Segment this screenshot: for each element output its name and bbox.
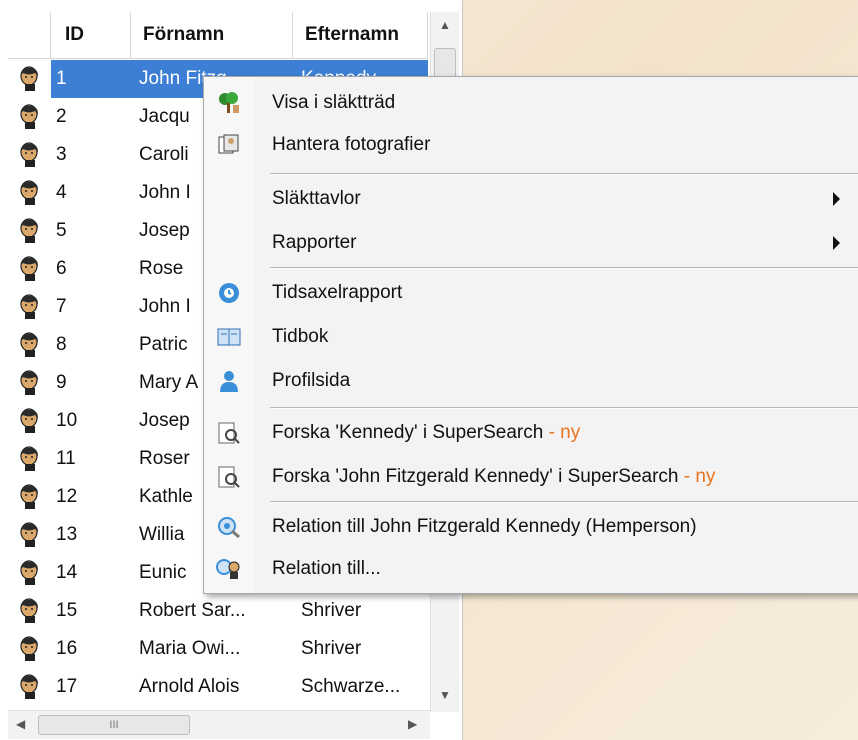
menu-item[interactable]: Visa i släktträd <box>204 83 858 123</box>
menu-item-label: Forska 'John Fitzgerald Kennedy' i Super… <box>272 466 716 487</box>
search-document-icon <box>216 421 242 445</box>
person-icon <box>16 104 44 130</box>
cell-id: 7 <box>56 296 67 317</box>
person-icon <box>16 332 44 358</box>
person-icon <box>16 218 44 244</box>
table-row[interactable]: 15 Robert Sar... Shriver <box>8 592 428 630</box>
relation-icon <box>216 515 242 539</box>
person-icon <box>16 370 44 396</box>
menu-item-label: Hantera fotografier <box>272 134 431 155</box>
menu-item[interactable]: Profilsida <box>204 361 858 401</box>
person-icon <box>16 142 44 168</box>
menu-separator <box>270 407 858 409</box>
grid-header: ID Förnamn Efternamn <box>8 12 428 59</box>
cell-id: 6 <box>56 258 67 279</box>
menu-item[interactable]: Forska 'John Fitzgerald Kennedy' i Super… <box>204 457 858 497</box>
menu-item-label: Tidbok <box>272 326 329 347</box>
cell-id: 2 <box>56 106 67 127</box>
person-icon <box>216 369 242 393</box>
menu-item-label: Relation till... <box>272 558 381 579</box>
menu-item[interactable]: Forska 'Kennedy' i SuperSearch - ny <box>204 413 858 453</box>
cell-id: 5 <box>56 220 67 241</box>
menu-separator <box>270 267 858 269</box>
person-icon <box>16 446 44 472</box>
menu-separator <box>270 173 858 175</box>
person-icon <box>16 522 44 548</box>
scroll-down-icon[interactable]: ▼ <box>439 688 451 702</box>
cell-first-name: Maria Owi... <box>139 638 241 659</box>
cell-id: 13 <box>56 524 78 545</box>
person-icon <box>16 256 44 282</box>
person-icon <box>16 180 44 206</box>
menu-item[interactable]: Relation till... <box>204 549 858 589</box>
new-badge: - ny <box>678 466 716 487</box>
cell-id: 10 <box>56 410 78 431</box>
menu-item-label: Relation till John Fitzgerald Kennedy (H… <box>272 516 697 537</box>
scroll-up-icon[interactable]: ▲ <box>439 18 451 32</box>
menu-item[interactable]: Hantera fotografier <box>204 125 858 165</box>
menu-item-label: Tidsaxelrapport <box>272 282 403 303</box>
cell-id: 14 <box>56 562 78 583</box>
person-icon <box>16 636 44 662</box>
submenu-arrow-icon <box>833 192 840 206</box>
menu-item-label: Rapporter <box>272 232 357 253</box>
cell-last-name: Shriver <box>301 600 362 621</box>
person-icon <box>16 560 44 586</box>
book-icon <box>216 325 242 349</box>
cell-last-name: Shriver <box>301 638 362 659</box>
menu-separator <box>270 501 858 503</box>
scroll-right-icon[interactable]: ▶ <box>408 717 417 731</box>
person-icon <box>16 674 44 700</box>
relation-people-icon <box>216 557 242 581</box>
scroll-left-icon[interactable]: ◀ <box>16 717 25 731</box>
menu-item-label: Visa i släktträd <box>272 92 396 113</box>
header-icon-column[interactable] <box>8 12 51 58</box>
cell-first-name: Robert Sar... <box>139 600 246 621</box>
menu-item-label: Forska 'Kennedy' i SuperSearch - ny <box>272 422 581 443</box>
photos-icon <box>216 133 242 157</box>
menu-item[interactable]: Tidsaxelrapport <box>204 273 858 313</box>
menu-item[interactable]: Tidbok <box>204 317 858 357</box>
cell-id: 12 <box>56 486 78 507</box>
menu-item[interactable]: Relation till John Fitzgerald Kennedy (H… <box>204 507 858 547</box>
search-document-icon <box>216 465 242 489</box>
table-row[interactable]: 16 Maria Owi... Shriver <box>8 630 428 668</box>
menu-item[interactable]: Rapporter <box>204 223 858 263</box>
cell-id: 17 <box>56 676 78 697</box>
menu-item[interactable]: Släkttavlor <box>204 179 858 219</box>
person-icon <box>16 294 44 320</box>
header-first-name[interactable]: Förnamn <box>131 12 293 58</box>
menu-item-label: Släkttavlor <box>272 188 361 209</box>
new-badge: - ny <box>543 422 581 443</box>
person-icon <box>16 484 44 510</box>
horizontal-scroll-thumb[interactable]: III <box>38 715 190 735</box>
cell-first-name: Arnold Alois <box>139 676 240 697</box>
submenu-arrow-icon <box>833 236 840 250</box>
header-id[interactable]: ID <box>51 12 131 58</box>
cell-id: 3 <box>56 144 67 165</box>
cell-id: 9 <box>56 372 67 393</box>
cell-id: 8 <box>56 334 67 355</box>
header-last-name[interactable]: Efternamn <box>293 12 428 58</box>
context-menu: Visa i släktträd Hantera fotografier Släkt… <box>203 76 858 594</box>
cell-id: 16 <box>56 638 78 659</box>
cell-id: 15 <box>56 600 78 621</box>
person-icon <box>16 66 44 92</box>
cell-id: 11 <box>56 448 76 469</box>
cell-id: 4 <box>56 182 67 203</box>
cell-id: 1 <box>51 60 131 98</box>
person-icon <box>16 408 44 434</box>
cell-last-name: Schwarze... <box>301 676 401 697</box>
family-tree-icon <box>216 91 242 115</box>
timeline-icon <box>216 281 242 305</box>
horizontal-scrollbar[interactable]: ◀ III ▶ <box>8 710 430 739</box>
person-icon <box>16 598 44 624</box>
menu-item-label: Profilsida <box>272 370 351 391</box>
table-row[interactable]: 17 Arnold Alois Schwarze... <box>8 668 428 706</box>
